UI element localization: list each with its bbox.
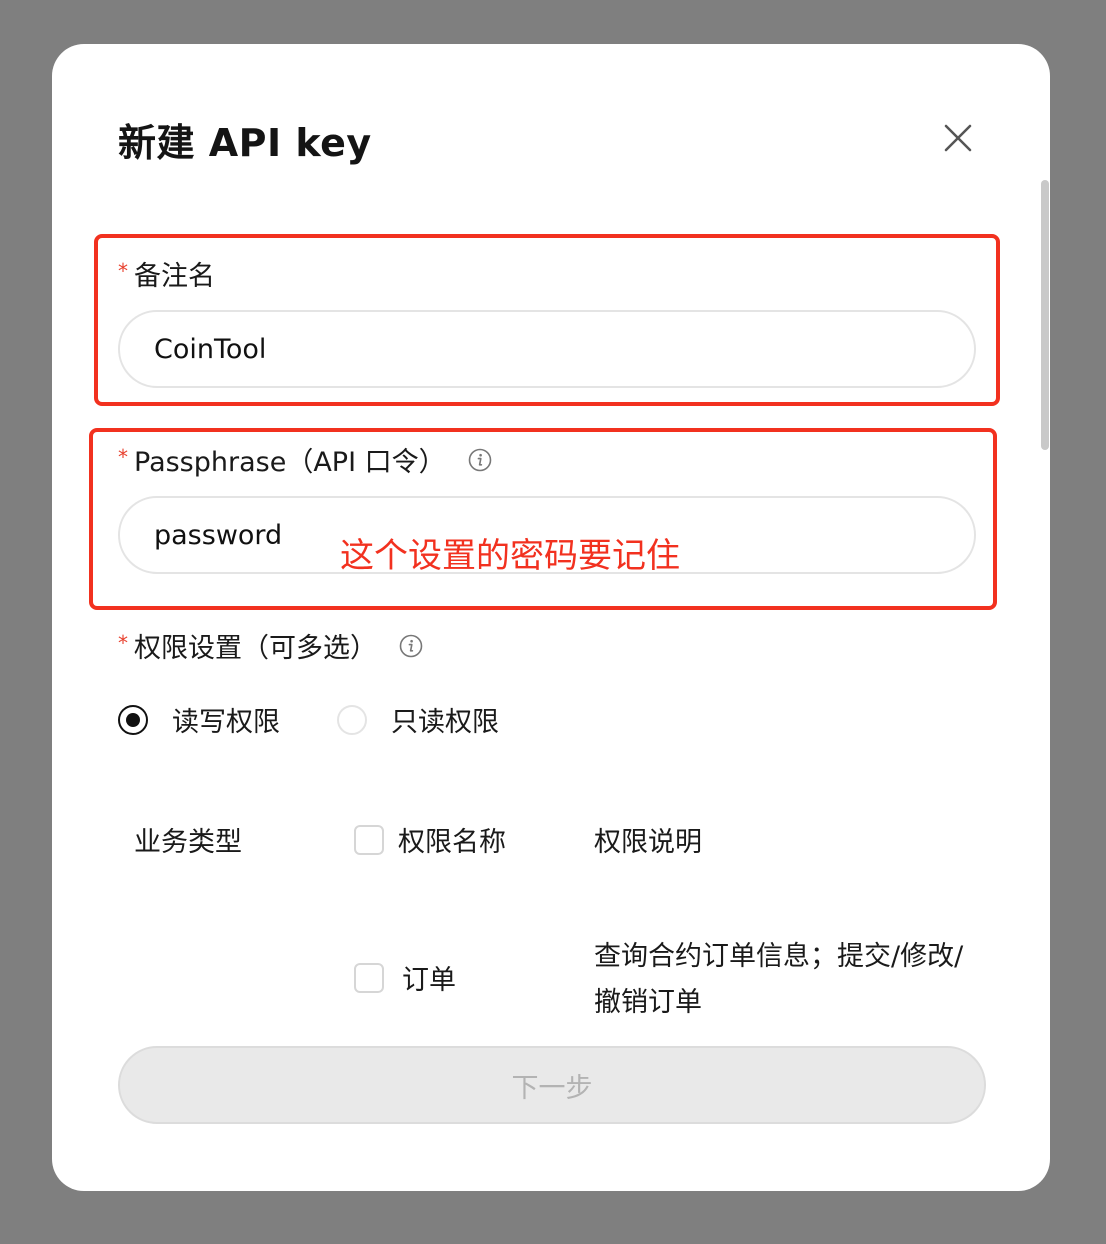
perm-desc-order: 查询合约订单信息；提交/修改/撤销订单 bbox=[594, 941, 964, 1018]
annotation-highlight-remark bbox=[94, 234, 1000, 406]
header-perm-desc: 权限说明 bbox=[594, 827, 702, 858]
radio-selected-icon[interactable] bbox=[118, 704, 148, 735]
header-perm-name-text: 权限名称 bbox=[398, 827, 506, 858]
permissions-label: * 权限设置（可多选） bbox=[118, 626, 423, 665]
close-icon[interactable] bbox=[936, 116, 980, 160]
select-all-checkbox[interactable] bbox=[354, 824, 384, 855]
permissions-label-text: 权限设置（可多选） bbox=[134, 633, 377, 664]
table-row: 订单 bbox=[354, 958, 456, 997]
radio-read-write[interactable]: 读写权限 bbox=[118, 700, 280, 739]
header-perm-name: 权限名称 bbox=[354, 820, 506, 859]
required-mark: * bbox=[118, 630, 128, 655]
perm-name-order: 订单 bbox=[402, 965, 456, 996]
next-button[interactable]: 下一步 bbox=[118, 1046, 986, 1124]
scrollbar-thumb[interactable] bbox=[1041, 180, 1049, 450]
info-icon[interactable] bbox=[399, 634, 423, 658]
create-api-key-modal: 新建 API key * 备注名 CoinTool * Passphrase（A… bbox=[52, 44, 1050, 1191]
modal-title: 新建 API key bbox=[118, 121, 372, 165]
radio-read-only-label: 只读权限 bbox=[391, 707, 499, 738]
radio-read-only[interactable]: 只读权限 bbox=[337, 700, 499, 739]
order-checkbox[interactable] bbox=[354, 962, 384, 993]
annotation-highlight-passphrase bbox=[89, 428, 997, 610]
radio-read-write-label: 读写权限 bbox=[172, 707, 280, 738]
header-business-type: 业务类型 bbox=[134, 827, 242, 858]
radio-unselected-icon[interactable] bbox=[337, 704, 367, 735]
